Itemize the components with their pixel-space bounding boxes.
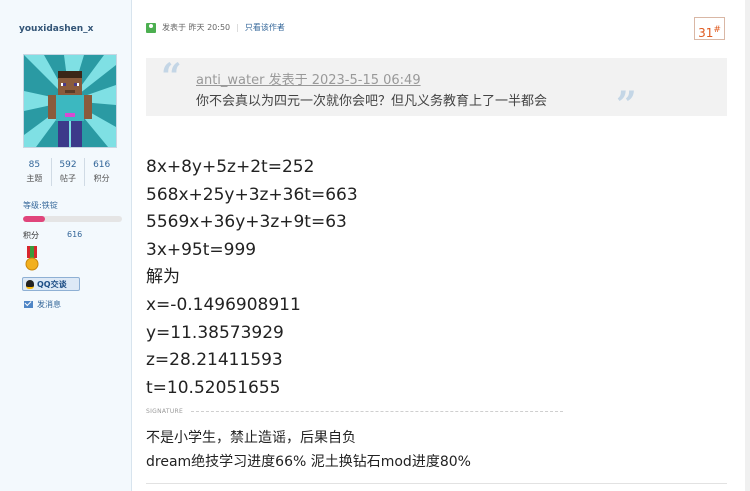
post-time: 发表于 昨天 20:50 xyxy=(162,23,231,32)
page-scrollbar[interactable] xyxy=(745,0,750,491)
header-separator: | xyxy=(236,23,239,32)
stat-threads[interactable]: 85 主题 xyxy=(18,158,52,186)
content-line: 8x+8y+5z+2t=252 xyxy=(146,157,315,177)
signature-line: 不是小学生，禁止造谣，后果自负 xyxy=(146,430,356,446)
signature-line: dream绝技学习进度66% 泥土换钻石mod进度80% xyxy=(146,454,471,470)
post-content: 8x+8y+5z+2t=252 568x+25y+3z+36t=663 5569… xyxy=(146,155,358,403)
author-username[interactable]: youxidashen_x xyxy=(19,24,93,34)
floor-number[interactable]: 31# xyxy=(694,17,725,40)
content-line: y=11.38573929 xyxy=(146,322,284,343)
signature-divider xyxy=(191,411,563,412)
medal-icon[interactable] xyxy=(25,246,39,276)
qq-chat-label: QQ交谈 xyxy=(37,279,67,289)
content-line: x=-0.1496908911 xyxy=(146,294,301,315)
only-author-link[interactable]: 只看该作者 xyxy=(245,22,285,33)
qq-chat-button[interactable]: QQ交谈 xyxy=(22,277,80,291)
quote-author-link[interactable]: anti_water 发表于 2023-5-15 06:49 xyxy=(196,69,421,88)
content-line: z=28.21411593 xyxy=(146,350,283,371)
signature-label: SIGNATURE xyxy=(146,408,184,415)
content-line: 3x+95t=999 xyxy=(146,239,257,260)
send-message-label: 发消息 xyxy=(37,300,61,309)
open-quote-icon: “ xyxy=(161,56,182,98)
stat-points-label: 积分 xyxy=(93,174,110,183)
floor-number-value: 31 xyxy=(698,26,714,40)
content-line: 解为 xyxy=(146,267,180,288)
author-sidebar: youxidashen_x 85 主题 592 帖子 616 积分 等级:铁锭 … xyxy=(0,0,132,491)
content-line: 568x+25y+3z+36t=663 xyxy=(146,184,358,205)
stat-threads-label: 主题 xyxy=(26,174,43,183)
qq-icon xyxy=(26,279,34,289)
stat-posts-value: 592 xyxy=(59,160,77,170)
envelope-icon xyxy=(24,301,33,308)
author-stats: 85 主题 592 帖子 616 积分 xyxy=(18,158,118,186)
quote-block: “ ” anti_water 发表于 2023-5-15 06:49 你不会真以… xyxy=(146,56,727,126)
points-label: 积分 xyxy=(23,231,39,240)
stat-threads-value: 85 xyxy=(28,160,41,170)
send-message-link[interactable]: 发消息 xyxy=(24,299,61,310)
points-value: 616 xyxy=(67,230,83,239)
signature: 不是小学生，禁止造谣，后果自负 dream绝技学习进度66% 泥土换钻石mod进… xyxy=(146,426,471,474)
close-quote-icon: ” xyxy=(616,84,637,126)
stat-points[interactable]: 616 积分 xyxy=(85,158,118,186)
user-level[interactable]: 等级:铁锭 xyxy=(23,200,58,211)
post-bottom-divider xyxy=(146,483,727,484)
avatar[interactable] xyxy=(23,54,117,148)
content-line: t=10.52051655 xyxy=(146,377,281,398)
level-progress-bar xyxy=(23,216,122,222)
avatar-image xyxy=(24,55,116,147)
post-header: 发表于 昨天 20:50 | 只看该作者 xyxy=(146,22,285,33)
quote-text: 你不会真以为四元一次就你会吧？但凡义务教育上了一半都会 xyxy=(196,94,548,109)
floor-mark: # xyxy=(713,25,721,35)
stat-posts-label: 帖子 xyxy=(60,174,76,183)
stat-points-value: 616 xyxy=(93,160,111,170)
level-progress-fill xyxy=(23,216,45,222)
content-line: 5569x+36y+3z+9t=63 xyxy=(146,212,347,233)
online-status-icon xyxy=(146,22,156,33)
stat-posts[interactable]: 592 帖子 xyxy=(52,158,86,186)
